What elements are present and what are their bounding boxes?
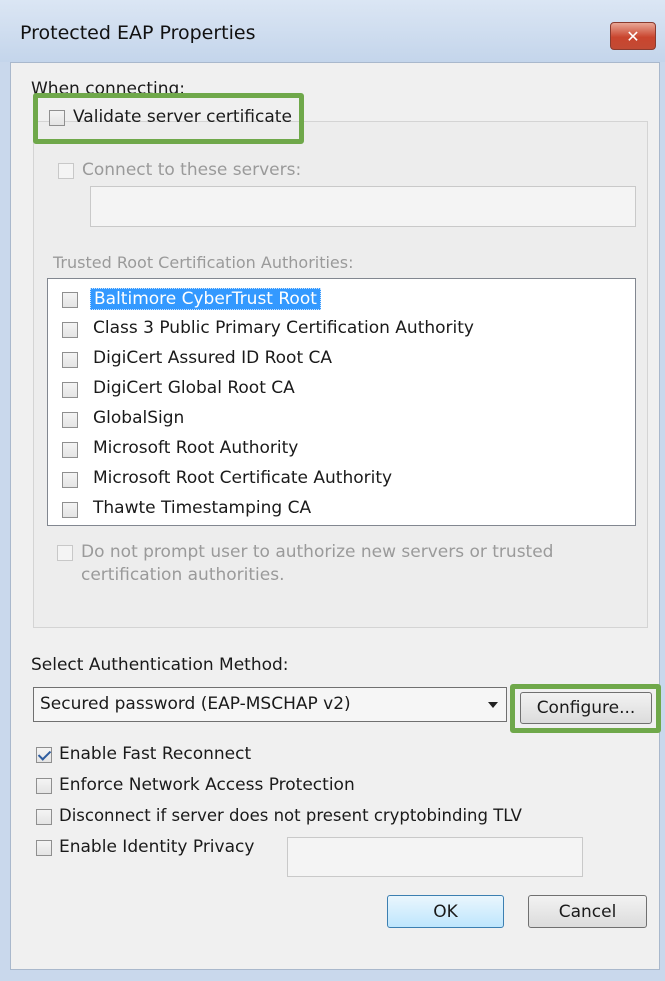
authority-checkbox[interactable]: [62, 322, 78, 338]
no-prompt-checkbox[interactable]: [57, 545, 73, 561]
authority-checkbox[interactable]: [62, 412, 78, 428]
list-item[interactable]: Microsoft Root Authority: [48, 434, 635, 464]
dialog-body: When connecting: Validate server certifi…: [10, 62, 661, 970]
authority-label: DigiCert Assured ID Root CA: [93, 348, 333, 368]
identity-privacy-label: Enable Identity Privacy: [59, 837, 255, 857]
authority-label: Baltimore CyberTrust Root: [90, 288, 321, 310]
fast-reconnect-checkbox[interactable]: [36, 747, 52, 763]
auth-method-heading: Select Authentication Method:: [31, 655, 289, 675]
list-item[interactable]: Microsoft Root Certificate Authority: [48, 464, 635, 494]
authority-checkbox[interactable]: [62, 502, 78, 518]
authority-label: Microsoft Root Certificate Authority: [93, 468, 393, 488]
connect-servers-label: Connect to these servers:: [82, 160, 302, 180]
list-item[interactable]: GlobalSign: [48, 404, 635, 434]
nap-checkbox[interactable]: [36, 778, 52, 794]
authority-checkbox[interactable]: [62, 442, 78, 458]
servers-input[interactable]: [90, 186, 636, 227]
list-item[interactable]: DigiCert Global Root CA: [48, 374, 635, 404]
nap-label: Enforce Network Access Protection: [59, 775, 355, 795]
auth-method-value: Secured password (EAP-MSCHAP v2): [40, 694, 351, 714]
cancel-button[interactable]: Cancel: [528, 895, 647, 928]
authority-label: Thawte Timestamping CA: [93, 498, 312, 518]
cryptobinding-label: Disconnect if server does not present cr…: [59, 806, 522, 825]
authority-label: GlobalSign: [93, 408, 185, 428]
authority-checkbox[interactable]: [62, 472, 78, 488]
close-icon[interactable]: ✕: [610, 22, 656, 50]
list-item[interactable]: Class 3 Public Primary Certification Aut…: [48, 314, 635, 344]
authority-checkbox[interactable]: [62, 292, 78, 308]
authority-label: Microsoft Root Authority: [93, 438, 299, 458]
configure-button[interactable]: Configure...: [520, 692, 652, 724]
no-prompt-label-line1: Do not prompt user to authorize new serv…: [81, 542, 554, 562]
dialog-window: Protected EAP Properties ✕ When connecti…: [0, 0, 665, 981]
identity-input[interactable]: [287, 837, 583, 877]
validate-server-label: Validate server certificate: [73, 107, 292, 127]
trusted-authorities-heading: Trusted Root Certification Authorities:: [53, 253, 354, 272]
title-bar: Protected EAP Properties ✕: [0, 0, 665, 62]
chevron-down-icon: [488, 702, 498, 708]
identity-privacy-checkbox[interactable]: [36, 840, 52, 856]
no-prompt-label-line2: certification authorities.: [81, 565, 285, 585]
list-item[interactable]: DigiCert Assured ID Root CA: [48, 344, 635, 374]
cryptobinding-checkbox[interactable]: [36, 809, 52, 825]
authority-checkbox[interactable]: [62, 382, 78, 398]
connect-servers-checkbox[interactable]: [58, 163, 74, 179]
list-item[interactable]: Baltimore CyberTrust Root: [48, 284, 635, 314]
fast-reconnect-label: Enable Fast Reconnect: [59, 744, 252, 764]
authority-checkbox[interactable]: [62, 352, 78, 368]
window-title: Protected EAP Properties: [20, 22, 256, 44]
list-item[interactable]: Thawte Timestamping CA: [48, 494, 635, 524]
ok-button[interactable]: OK: [387, 895, 504, 928]
auth-method-select[interactable]: Secured password (EAP-MSCHAP v2): [33, 687, 507, 722]
authority-label: DigiCert Global Root CA: [93, 378, 295, 398]
authority-label: Class 3 Public Primary Certification Aut…: [93, 318, 474, 338]
validate-server-checkbox[interactable]: [49, 110, 65, 126]
trusted-authorities-list[interactable]: Baltimore CyberTrust Root Class 3 Public…: [47, 278, 636, 526]
